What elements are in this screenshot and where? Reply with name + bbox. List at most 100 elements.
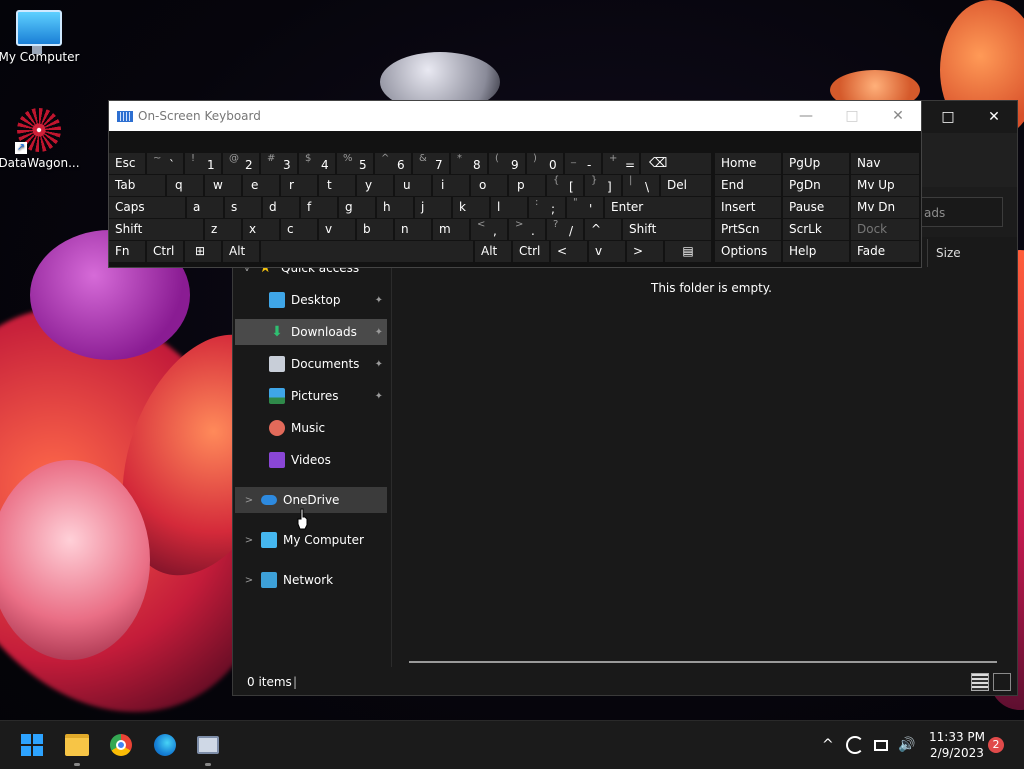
key-ctrl-right[interactable]: Ctrl xyxy=(513,241,549,262)
key-i[interactable]: i xyxy=(433,175,469,196)
key-9[interactable]: (9 xyxy=(489,153,525,174)
key-o[interactable]: o xyxy=(471,175,507,196)
key-enter[interactable]: Enter xyxy=(605,197,711,218)
close-button[interactable]: ✕ xyxy=(875,101,921,131)
key-a[interactable]: a xyxy=(187,197,223,218)
key-7[interactable]: & 7 xyxy=(413,153,449,174)
restore-button[interactable]: □ xyxy=(829,101,875,131)
taskbar-chrome[interactable] xyxy=(105,729,137,761)
key-insert[interactable]: Insert xyxy=(715,197,781,218)
key-caps[interactable]: Caps xyxy=(109,197,185,218)
show-hidden-icons-button[interactable]: ^ xyxy=(822,721,834,769)
horizontal-scrollbar[interactable] xyxy=(409,661,997,663)
key-home[interactable]: Home xyxy=(715,153,781,174)
close-button[interactable]: ✕ xyxy=(971,101,1017,133)
key-m[interactable]: m xyxy=(433,219,469,240)
osk-titlebar[interactable]: On-Screen Keyboard — □ ✕ xyxy=(109,101,921,131)
key-alt-left[interactable]: Alt xyxy=(223,241,259,262)
maximize-button[interactable]: □ xyxy=(925,101,971,133)
key-alt-right[interactable]: Alt xyxy=(475,241,511,262)
nav-item-network[interactable]: > Network xyxy=(243,567,387,593)
key-up-arrow[interactable]: ^ xyxy=(585,219,621,240)
key-backtick[interactable]: ~ ` xyxy=(147,153,183,174)
key-windows[interactable]: ⊞ xyxy=(185,241,221,262)
key-y[interactable]: y xyxy=(357,175,393,196)
key-fn[interactable]: Fn xyxy=(109,241,145,262)
key-t[interactable]: t xyxy=(319,175,355,196)
taskbar-edge[interactable] xyxy=(149,729,181,761)
key-s[interactable]: s xyxy=(225,197,261,218)
desktop-icon-datawagon[interactable]: ↗ DataWagon... xyxy=(0,108,82,170)
key-l[interactable]: l xyxy=(491,197,527,218)
key-quote[interactable]: " ' xyxy=(567,197,603,218)
key-q[interactable]: q xyxy=(167,175,203,196)
nav-item-onedrive[interactable]: > OneDrive xyxy=(235,487,387,513)
key-c[interactable]: c xyxy=(281,219,317,240)
volume-button[interactable]: 🔊 xyxy=(898,721,915,769)
taskbar-file-explorer[interactable] xyxy=(61,729,93,766)
nav-item-documents[interactable]: Documents ✦ xyxy=(269,351,387,377)
key-j[interactable]: j xyxy=(415,197,451,218)
nav-item-desktop[interactable]: Desktop ✦ xyxy=(269,287,387,313)
key-menu[interactable]: ▤ xyxy=(665,241,711,262)
key-dock[interactable]: Dock xyxy=(851,219,919,240)
key-h[interactable]: h xyxy=(377,197,413,218)
key-p[interactable]: p xyxy=(509,175,545,196)
key-k[interactable]: k xyxy=(453,197,489,218)
key-prtscn[interactable]: PrtScn xyxy=(715,219,781,240)
key-g[interactable]: g xyxy=(339,197,375,218)
details-view-icon[interactable] xyxy=(971,673,989,691)
key-end[interactable]: End xyxy=(715,175,781,196)
key-d[interactable]: d xyxy=(263,197,299,218)
key-6[interactable]: ^ 6 xyxy=(375,153,411,174)
key-pgdn[interactable]: PgDn xyxy=(783,175,849,196)
key-pause[interactable]: Pause xyxy=(783,197,849,218)
key-nav[interactable]: Nav xyxy=(851,153,919,174)
key-down-arrow[interactable]: v xyxy=(589,241,625,262)
key-e[interactable]: e xyxy=(243,175,279,196)
notification-badge[interactable]: 2 xyxy=(988,737,1004,753)
nav-item-pictures[interactable]: Pictures ✦ xyxy=(269,383,387,409)
key-shift-right[interactable]: Shift xyxy=(623,219,711,240)
desktop-icon-my-computer[interactable]: My Computer xyxy=(0,10,82,64)
network-status-button[interactable] xyxy=(874,721,888,769)
key-del[interactable]: Del xyxy=(661,175,711,196)
nav-item-downloads[interactable]: ⬇ Downloads ✦ xyxy=(235,319,387,345)
nav-item-music[interactable]: Music xyxy=(269,415,387,441)
key-x[interactable]: x xyxy=(243,219,279,240)
key-u[interactable]: u xyxy=(395,175,431,196)
large-icons-view-icon[interactable] xyxy=(993,673,1011,691)
key-4[interactable]: $4 xyxy=(299,153,335,174)
key-left-bracket[interactable]: {[ xyxy=(547,175,583,196)
key-scrlk[interactable]: ScrLk xyxy=(783,219,849,240)
key-backslash[interactable]: | \ xyxy=(623,175,659,196)
key-5[interactable]: % 5 xyxy=(337,153,373,174)
key-backspace[interactable]: ⌫ xyxy=(641,153,711,174)
sync-status-button[interactable] xyxy=(846,721,864,769)
key-options[interactable]: Options xyxy=(715,241,781,262)
key-left-arrow[interactable]: < xyxy=(551,241,587,262)
key-ctrl-left[interactable]: Ctrl xyxy=(147,241,183,262)
start-button[interactable] xyxy=(16,729,48,761)
key-right-bracket[interactable]: }] xyxy=(585,175,621,196)
key-mv-up[interactable]: Mv Up xyxy=(851,175,919,196)
key-pgup[interactable]: PgUp xyxy=(783,153,849,174)
key-comma[interactable]: <, xyxy=(471,219,507,240)
key-right-arrow[interactable]: > xyxy=(627,241,663,262)
key-r[interactable]: r xyxy=(281,175,317,196)
key-mv-dn[interactable]: Mv Dn xyxy=(851,197,919,218)
key-slash[interactable]: ? / xyxy=(547,219,583,240)
taskbar-on-screen-keyboard[interactable] xyxy=(192,729,224,766)
key-v[interactable]: v xyxy=(319,219,355,240)
key-w[interactable]: w xyxy=(205,175,241,196)
key-minus[interactable]: _ - xyxy=(565,153,601,174)
key-f[interactable]: f xyxy=(301,197,337,218)
key-z[interactable]: z xyxy=(205,219,241,240)
key-0[interactable]: ) 0 xyxy=(527,153,563,174)
key-n[interactable]: n xyxy=(395,219,431,240)
key-1[interactable]: ! 1 xyxy=(185,153,221,174)
key-b[interactable]: b xyxy=(357,219,393,240)
nav-item-my-computer[interactable]: > My Computer xyxy=(243,527,387,553)
column-header-size[interactable]: Size xyxy=(927,239,1024,267)
key-help[interactable]: Help xyxy=(783,241,849,262)
